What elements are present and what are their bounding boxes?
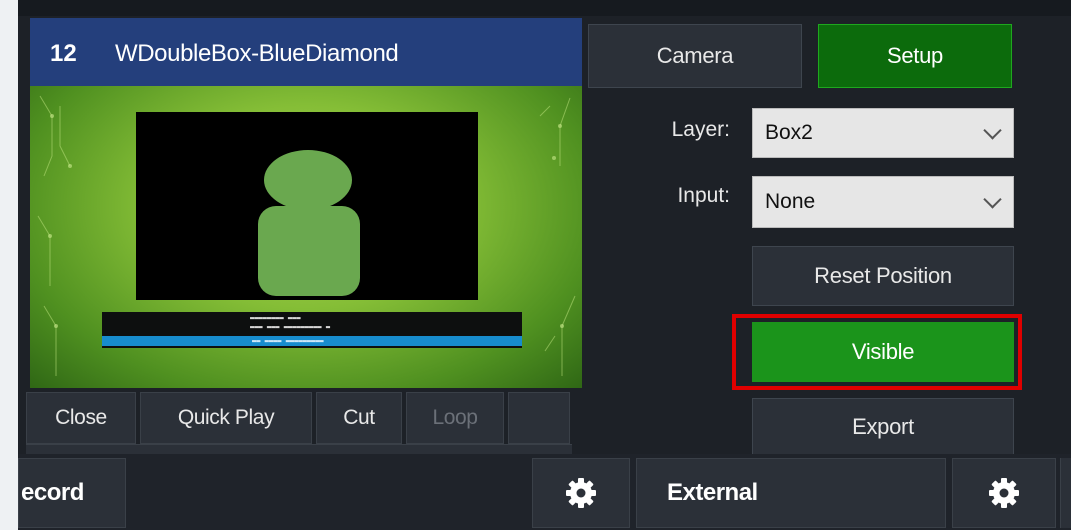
tab-camera[interactable]: Camera <box>588 24 802 88</box>
input-number: 12 <box>50 40 77 67</box>
gear-icon <box>989 478 1019 508</box>
reset-position-button[interactable]: Reset Position <box>752 246 1014 306</box>
layer-select-value: Box2 <box>765 121 813 144</box>
toolbar-edge-button[interactable] <box>1060 458 1071 528</box>
ticker-line-3: ▬▬ ▬▬▬▬ ▬▬▬▬▬▬▬▬▬ <box>252 337 324 345</box>
record-settings-button[interactable] <box>532 458 630 528</box>
export-button[interactable]: Export <box>752 398 1014 456</box>
ticker-line-1: ▬▬▬▬▬▬▬▬ ▬▬▬ <box>250 314 301 322</box>
lower-third-blue-strip: ▬▬ ▬▬▬▬ ▬▬▬▬▬▬▬▬▬ <box>102 336 522 346</box>
chevron-down-icon <box>983 121 1002 140</box>
chevron-down-icon <box>983 190 1002 209</box>
external-settings-button[interactable] <box>952 458 1056 528</box>
control-row-strip <box>26 444 572 454</box>
close-button[interactable]: Close <box>26 392 136 444</box>
gear-icon <box>566 478 596 508</box>
input-select[interactable]: None <box>752 176 1014 228</box>
record-button[interactable]: ecord <box>18 458 126 528</box>
input-select-value: None <box>765 190 816 213</box>
layer-label: Layer: <box>671 118 730 141</box>
external-button[interactable]: External <box>636 458 946 528</box>
input-title: WDoubleBox-BlueDiamond <box>115 40 399 67</box>
top-strip <box>18 0 1071 16</box>
person-body-placeholder <box>258 206 360 296</box>
person-head-placeholder <box>264 150 352 210</box>
layer-select[interactable]: Box2 <box>752 108 1014 158</box>
extra-button[interactable] <box>508 392 570 444</box>
quick-play-button[interactable]: Quick Play <box>140 392 312 444</box>
input-label: Input: <box>677 184 730 207</box>
visible-button[interactable]: Visible <box>752 322 1014 382</box>
loop-button[interactable]: Loop <box>406 392 504 444</box>
cut-button[interactable]: Cut <box>316 392 402 444</box>
tab-setup[interactable]: Setup <box>818 24 1012 88</box>
ticker-line-2: ▬▬▬ ▬▬▬ ▬▬▬▬▬▬▬▬▬ ▬ <box>250 323 331 331</box>
